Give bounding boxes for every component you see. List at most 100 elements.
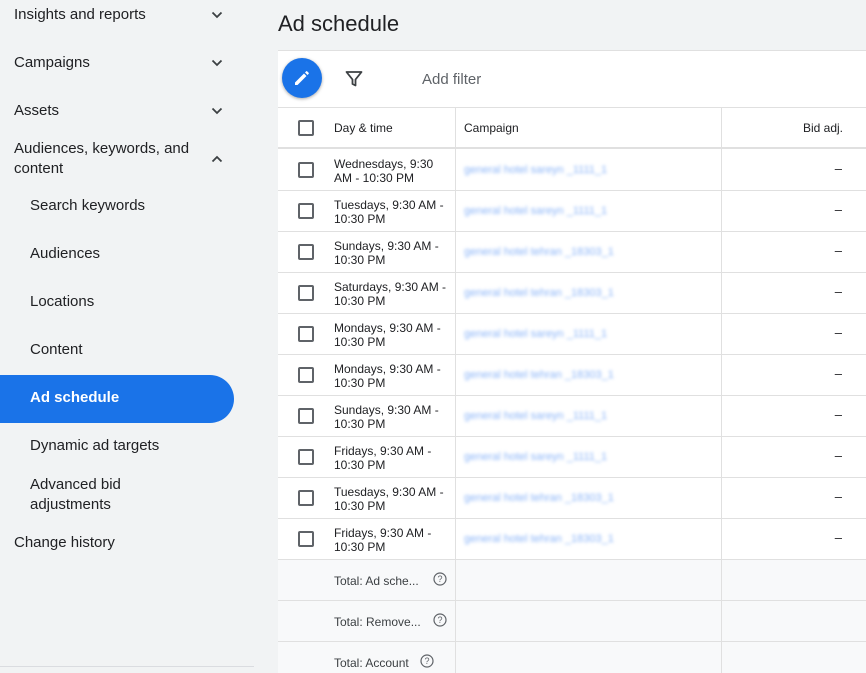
campaign-link[interactable]: general hotel sareyn _1111_1 bbox=[464, 205, 607, 217]
sidebar-item-search-keywords[interactable]: Search keywords bbox=[30, 197, 145, 214]
help-icon[interactable]: ? bbox=[433, 572, 447, 586]
row-checkbox[interactable] bbox=[298, 531, 314, 547]
sidebar: Insights and reports Campaigns Assets Au… bbox=[0, 0, 254, 673]
bid-adj-cell[interactable]: – bbox=[835, 530, 842, 545]
day-time-cell: Tuesdays, 9:30 AM - 10:30 PM bbox=[334, 485, 444, 513]
nav-audiences-keywords-content[interactable]: Audiences, keywords, and content bbox=[14, 139, 224, 179]
chevron-down-icon bbox=[210, 104, 224, 118]
table-row: Mondays, 9:30 AM - 10:30 PM general hote… bbox=[278, 314, 866, 355]
filter-icon[interactable] bbox=[344, 69, 364, 89]
day-time-cell: Saturdays, 9:30 AM - 10:30 PM bbox=[334, 280, 447, 308]
column-header-bid-adj[interactable]: Bid adj. bbox=[803, 121, 843, 135]
nav-label: Assets bbox=[14, 102, 60, 119]
row-checkbox[interactable] bbox=[298, 490, 314, 506]
row-checkbox[interactable] bbox=[298, 408, 314, 424]
table-row: Mondays, 9:30 AM - 10:30 PM general hote… bbox=[278, 355, 866, 396]
sidebar-item-content[interactable]: Content bbox=[30, 341, 83, 358]
help-icon[interactable]: ? bbox=[420, 654, 434, 668]
row-checkbox[interactable] bbox=[298, 367, 314, 383]
bid-adj-cell[interactable]: – bbox=[835, 407, 842, 422]
bid-adj-cell[interactable]: – bbox=[835, 366, 842, 381]
nav-label: Audiences, keywords, and content bbox=[14, 140, 190, 177]
bid-adj-cell[interactable]: – bbox=[835, 202, 842, 217]
bid-adj-cell[interactable]: – bbox=[835, 325, 842, 340]
column-header-campaign[interactable]: Campaign bbox=[464, 121, 519, 135]
nav-label: Locations bbox=[30, 293, 95, 310]
day-time-cell: Mondays, 9:30 AM - 10:30 PM bbox=[334, 321, 441, 349]
table-row: Tuesdays, 9:30 AM - 10:30 PM general hot… bbox=[278, 191, 866, 232]
nav-label: Insights and reports bbox=[14, 6, 146, 23]
row-checkbox[interactable] bbox=[298, 326, 314, 342]
svg-text:?: ? bbox=[437, 574, 442, 584]
day-time-cell: Tuesdays, 9:30 AM - 10:30 PM bbox=[334, 198, 444, 226]
campaign-link[interactable]: general hotel tehran _18303_1 bbox=[464, 369, 614, 381]
sidebar-item-ad-schedule[interactable]: Ad schedule bbox=[0, 375, 234, 423]
row-checkbox[interactable] bbox=[298, 285, 314, 301]
day-time-cell: Fridays, 9:30 AM - 10:30 PM bbox=[334, 526, 432, 554]
bid-adj-cell[interactable]: – bbox=[835, 489, 842, 504]
sidebar-divider bbox=[0, 666, 254, 667]
nav-label: Change history bbox=[14, 534, 115, 551]
svg-text:?: ? bbox=[437, 615, 442, 625]
row-checkbox[interactable] bbox=[298, 162, 314, 178]
chevron-up-icon bbox=[210, 152, 224, 166]
add-filter-button[interactable]: Add filter bbox=[422, 71, 481, 88]
total-label: Total: Ad sche... bbox=[334, 574, 419, 588]
campaign-link[interactable]: general hotel sareyn _1111_1 bbox=[464, 328, 607, 340]
nav-campaigns[interactable]: Campaigns bbox=[14, 53, 224, 73]
page-title: Ad schedule bbox=[278, 11, 400, 36]
day-time-cell: Mondays, 9:30 AM - 10:30 PM bbox=[334, 362, 441, 390]
total-label: Total: Account bbox=[334, 656, 409, 670]
day-time-cell: Wednesdays, 9:30 AM - 10:30 PM bbox=[334, 157, 434, 185]
nav-assets[interactable]: Assets bbox=[14, 101, 224, 121]
campaign-link[interactable]: general hotel tehran _18303_1 bbox=[464, 492, 614, 504]
help-icon[interactable]: ? bbox=[433, 613, 447, 627]
edit-button[interactable] bbox=[282, 58, 322, 98]
chevron-down-icon bbox=[210, 56, 224, 70]
table-row: Fridays, 9:30 AM - 10:30 PM general hote… bbox=[278, 437, 866, 478]
table-row: Saturdays, 9:30 AM - 10:30 PM general ho… bbox=[278, 273, 866, 314]
campaign-link[interactable]: general hotel sareyn _1111_1 bbox=[464, 410, 607, 422]
nav-label: Content bbox=[30, 341, 83, 358]
total-row: Total: Account ? bbox=[278, 642, 866, 673]
campaign-link[interactable]: general hotel tehran _18303_1 bbox=[464, 287, 614, 299]
pencil-icon bbox=[293, 69, 311, 87]
bid-adj-cell[interactable]: – bbox=[835, 243, 842, 258]
chevron-down-icon bbox=[210, 8, 224, 22]
nav-label: Ad schedule bbox=[30, 389, 120, 406]
nav-change-history[interactable]: Change history bbox=[14, 533, 224, 553]
total-label: Total: Remove... bbox=[334, 615, 421, 629]
sidebar-item-locations[interactable]: Locations bbox=[30, 293, 94, 310]
bid-adj-cell[interactable]: – bbox=[835, 161, 842, 176]
sidebar-item-advanced-bid-adjustments[interactable]: Advanced bid adjustments bbox=[30, 475, 160, 515]
nav-label: Search keywords bbox=[30, 197, 146, 214]
nav-label: Dynamic ad targets bbox=[30, 437, 160, 454]
total-row: Total: Remove... ? bbox=[278, 601, 866, 642]
column-divider bbox=[455, 108, 456, 673]
sidebar-item-dynamic-ad-targets[interactable]: Dynamic ad targets bbox=[30, 437, 159, 454]
column-header-day-time[interactable]: Day & time bbox=[334, 121, 393, 135]
day-time-cell: Fridays, 9:30 AM - 10:30 PM bbox=[334, 444, 432, 472]
select-all-checkbox[interactable] bbox=[298, 120, 314, 136]
total-row: Total: Ad sche... ? bbox=[278, 560, 866, 601]
bid-adj-cell[interactable]: – bbox=[835, 448, 842, 463]
sidebar-item-audiences[interactable]: Audiences bbox=[30, 245, 100, 262]
table-row: Sundays, 9:30 AM - 10:30 PM general hote… bbox=[278, 396, 866, 437]
campaign-link[interactable]: general hotel tehran _18303_1 bbox=[464, 246, 614, 258]
campaign-link[interactable]: general hotel sareyn _1111_1 bbox=[464, 164, 607, 176]
table-header: Day & time Campaign Bid adj. bbox=[278, 108, 866, 149]
column-divider bbox=[721, 108, 722, 673]
svg-text:?: ? bbox=[424, 656, 429, 666]
table-row: Fridays, 9:30 AM - 10:30 PM general hote… bbox=[278, 519, 866, 560]
row-checkbox[interactable] bbox=[298, 449, 314, 465]
nav-label: Advanced bid adjustments bbox=[30, 476, 121, 513]
nav-insights-and-reports[interactable]: Insights and reports bbox=[14, 5, 224, 25]
day-time-cell: Sundays, 9:30 AM - 10:30 PM bbox=[334, 403, 439, 431]
day-time-cell: Sundays, 9:30 AM - 10:30 PM bbox=[334, 239, 439, 267]
table-row: Tuesdays, 9:30 AM - 10:30 PM general hot… bbox=[278, 478, 866, 519]
bid-adj-cell[interactable]: – bbox=[835, 284, 842, 299]
row-checkbox[interactable] bbox=[298, 203, 314, 219]
campaign-link[interactable]: general hotel sareyn _1111_1 bbox=[464, 451, 607, 463]
campaign-link[interactable]: general hotel tehran _18303_1 bbox=[464, 533, 614, 545]
row-checkbox[interactable] bbox=[298, 244, 314, 260]
